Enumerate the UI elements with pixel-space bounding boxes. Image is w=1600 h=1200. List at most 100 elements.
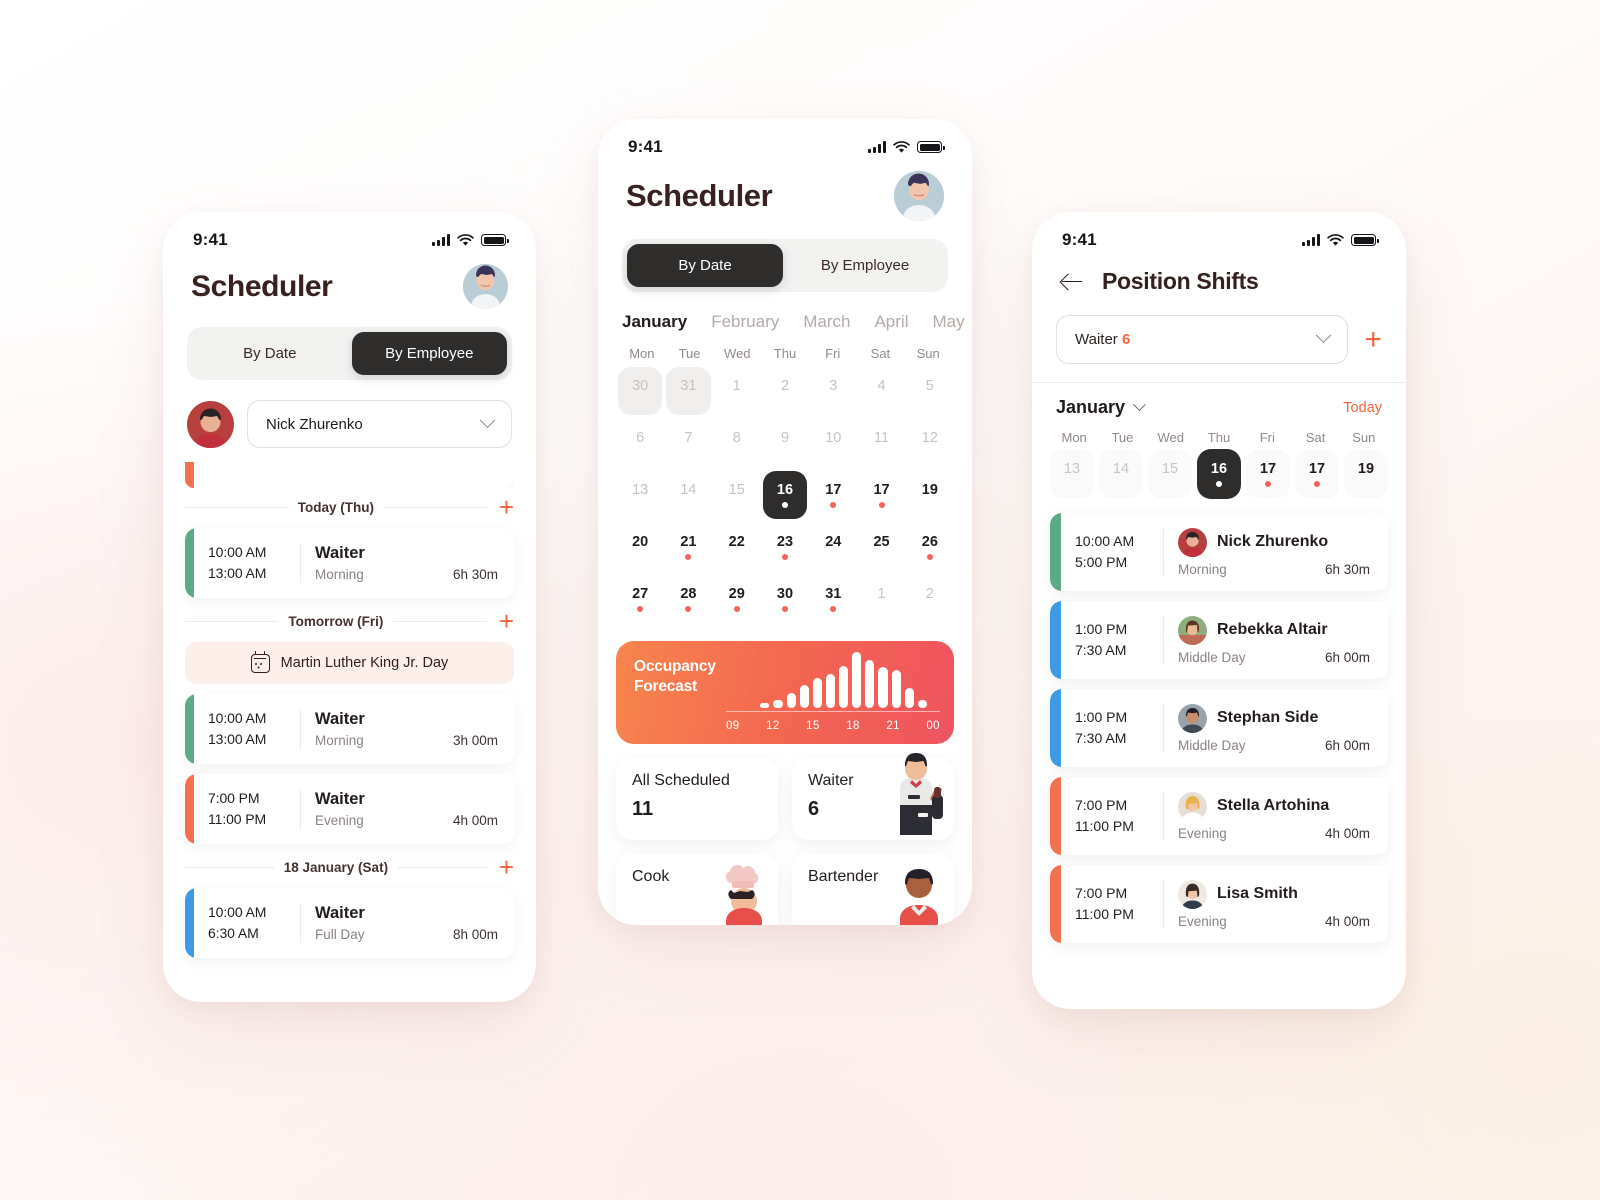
calendar-day-30[interactable]: 30 bbox=[763, 575, 807, 623]
battery-icon bbox=[1351, 234, 1379, 246]
calendar-day-31[interactable]: 31 bbox=[811, 575, 855, 623]
add-shift-button[interactable]: + bbox=[497, 608, 514, 634]
shift-duration: 4h 00m bbox=[452, 813, 498, 828]
calendar-day-dot bbox=[637, 554, 643, 560]
calendar-day-number: 17 bbox=[825, 482, 842, 498]
calendar-day-14[interactable]: 14 bbox=[666, 471, 710, 519]
shift-role: Waiter bbox=[315, 710, 365, 728]
calendar-day-26[interactable]: 26 bbox=[908, 523, 952, 571]
shift-card[interactable]: 10:00 AM 13:00 AM Waiter Morning 6h 30m bbox=[185, 528, 514, 598]
week-day-16[interactable]: 16 bbox=[1197, 449, 1241, 499]
shift-end: 11:00 PM bbox=[1075, 818, 1134, 834]
calendar-day-28[interactable]: 28 bbox=[666, 575, 710, 623]
back-arrow-icon[interactable] bbox=[1060, 270, 1084, 294]
calendar-day-21[interactable]: 21 bbox=[666, 523, 710, 571]
calendar-day-19[interactable]: 19 bbox=[908, 471, 952, 519]
week-day-17[interactable]: 17 bbox=[1295, 449, 1339, 499]
shift-card[interactable]: 7:00 PM 11:00 PM Waiter Evening 4h 00m bbox=[185, 774, 514, 844]
week-day-17[interactable]: 17 bbox=[1246, 449, 1290, 499]
calendar-day-dot bbox=[781, 502, 788, 508]
employee-picker-row: Nick Zhurenko bbox=[187, 400, 512, 448]
calendar-day-2[interactable]: 2 bbox=[763, 367, 807, 415]
month-selector[interactable]: January bbox=[1056, 397, 1146, 418]
calendar-day-1[interactable]: 1 bbox=[859, 575, 903, 623]
add-position-shift-button[interactable]: + bbox=[1362, 324, 1382, 354]
calendar-day-24[interactable]: 24 bbox=[811, 523, 855, 571]
stat-card-cook[interactable]: Cook bbox=[616, 854, 778, 925]
shift-duration: 6h 00m bbox=[1324, 649, 1370, 665]
calendar-day-5[interactable]: 5 bbox=[908, 367, 952, 415]
calendar-day-30[interactable]: 30 bbox=[618, 367, 663, 415]
week-day-14[interactable]: 14 bbox=[1099, 449, 1143, 499]
weekday-wed: Wed bbox=[724, 346, 751, 361]
tab-by-employee[interactable]: By Employee bbox=[351, 332, 507, 375]
occupancy-bar-18 bbox=[852, 652, 862, 708]
week-day-15[interactable]: 15 bbox=[1148, 449, 1192, 499]
calendar-day-dot bbox=[685, 450, 691, 456]
tab-by-employee[interactable]: By Employee bbox=[787, 244, 943, 287]
calendar-day-3[interactable]: 3 bbox=[811, 367, 855, 415]
shift-card[interactable]: 7:00 PM 11:00 PM Lisa Smith Evening 4h 00m bbox=[1050, 865, 1388, 943]
stat-value: 11 bbox=[632, 798, 654, 820]
shift-card[interactable]: 10:00 AM 6:30 AM Waiter Full Day 8h 00m bbox=[185, 888, 514, 958]
calendar-day-27[interactable]: 27 bbox=[618, 575, 662, 623]
shift-times: 10:00 AM 5:00 PM bbox=[1075, 531, 1159, 573]
calendar-day-7[interactable]: 7 bbox=[666, 419, 710, 467]
week-day-19[interactable]: 19 bbox=[1344, 449, 1388, 499]
calendar-day-6[interactable]: 6 bbox=[618, 419, 662, 467]
shift-role: Waiter bbox=[315, 904, 365, 922]
calendar-day-1[interactable]: 1 bbox=[715, 367, 759, 415]
calendar-day-12[interactable]: 12 bbox=[908, 419, 952, 467]
calendar-day-25[interactable]: 25 bbox=[859, 523, 903, 571]
calendar-day-16[interactable]: 16 bbox=[762, 471, 808, 519]
calendar-grid: 30 31 1 2 3 4 5 6 7 8 9 10 11 12 13 14 15 16 17 17 19 20 21 22 2… bbox=[618, 367, 952, 623]
avatar[interactable] bbox=[894, 171, 944, 221]
calendar-day-2[interactable]: 2 bbox=[908, 575, 952, 623]
calendar-day-23[interactable]: 23 bbox=[763, 523, 807, 571]
calendar-day-15[interactable]: 15 bbox=[715, 471, 759, 519]
tab-by-date[interactable]: By Date bbox=[192, 332, 348, 375]
calendar-day-20[interactable]: 20 bbox=[618, 523, 662, 571]
month-tab-january[interactable]: January bbox=[622, 312, 687, 332]
today-button[interactable]: Today bbox=[1343, 400, 1382, 416]
shift-card[interactable]: 1:00 PM 7:30 AM Stephan Side Middle Day 6h 0… bbox=[1050, 689, 1388, 767]
calendar-day-22[interactable]: 22 bbox=[715, 523, 759, 571]
month-tab-february[interactable]: February bbox=[711, 312, 779, 332]
tab-by-date[interactable]: By Date bbox=[627, 244, 783, 287]
calendar-day-13[interactable]: 13 bbox=[618, 471, 662, 519]
calendar-day-31[interactable]: 31 bbox=[666, 367, 711, 415]
position-select[interactable]: Waiter 6 bbox=[1056, 315, 1349, 364]
shift-card[interactable]: 7:00 PM 11:00 PM Stella Artohina Evening 4h … bbox=[1050, 777, 1388, 855]
shift-card[interactable]: 1:00 PM 7:30 AM Rebekka Altair Middle Day 6h… bbox=[1050, 601, 1388, 679]
month-tab-march[interactable]: March bbox=[803, 312, 850, 332]
add-shift-button[interactable]: + bbox=[497, 494, 514, 520]
stat-card-waiter[interactable]: Waiter 6 bbox=[792, 753, 954, 840]
calendar-day-number: 30 bbox=[632, 378, 649, 394]
shift-period: Morning bbox=[315, 733, 364, 748]
occupancy-forecast-card[interactable]: Occupancy Forecast 09 12 15 18 21 00 bbox=[616, 641, 954, 744]
avatar[interactable] bbox=[463, 264, 508, 309]
week-day-13[interactable]: 13 bbox=[1050, 449, 1094, 499]
position-stat-cards: All Scheduled 11 Waiter 6 Cook Bartender bbox=[598, 744, 972, 925]
calendar-day-11[interactable]: 11 bbox=[859, 419, 903, 467]
month-tabs: January February March April May bbox=[598, 292, 972, 332]
occupancy-tick-12: 12 bbox=[766, 720, 780, 732]
calendar-day-17[interactable]: 17 bbox=[859, 471, 903, 519]
calendar-day-17[interactable]: 17 bbox=[811, 471, 855, 519]
month-tab-april[interactable]: April bbox=[874, 312, 908, 332]
employee-select[interactable]: Nick Zhurenko bbox=[247, 400, 512, 448]
weekday-headers: Mon Tue Wed Thu Fri Sat Sun bbox=[618, 346, 952, 361]
calendar-day-10[interactable]: 10 bbox=[811, 419, 855, 467]
stat-card-bartender[interactable]: Bartender bbox=[792, 854, 954, 925]
month-tab-may[interactable]: May bbox=[932, 312, 964, 332]
cellular-bars-icon bbox=[868, 141, 886, 153]
stat-card-all-scheduled[interactable]: All Scheduled 11 bbox=[616, 758, 778, 840]
occupancy-bars bbox=[734, 652, 940, 708]
shift-card[interactable]: 10:00 AM 13:00 AM Waiter Morning 3h 00m bbox=[185, 694, 514, 764]
calendar-day-8[interactable]: 8 bbox=[715, 419, 759, 467]
calendar-day-9[interactable]: 9 bbox=[763, 419, 807, 467]
calendar-day-29[interactable]: 29 bbox=[715, 575, 759, 623]
calendar-day-4[interactable]: 4 bbox=[859, 367, 903, 415]
add-shift-button[interactable]: + bbox=[497, 854, 514, 880]
shift-card[interactable]: 10:00 AM 5:00 PM Nick Zhurenko Morning 6h 30… bbox=[1050, 513, 1388, 591]
